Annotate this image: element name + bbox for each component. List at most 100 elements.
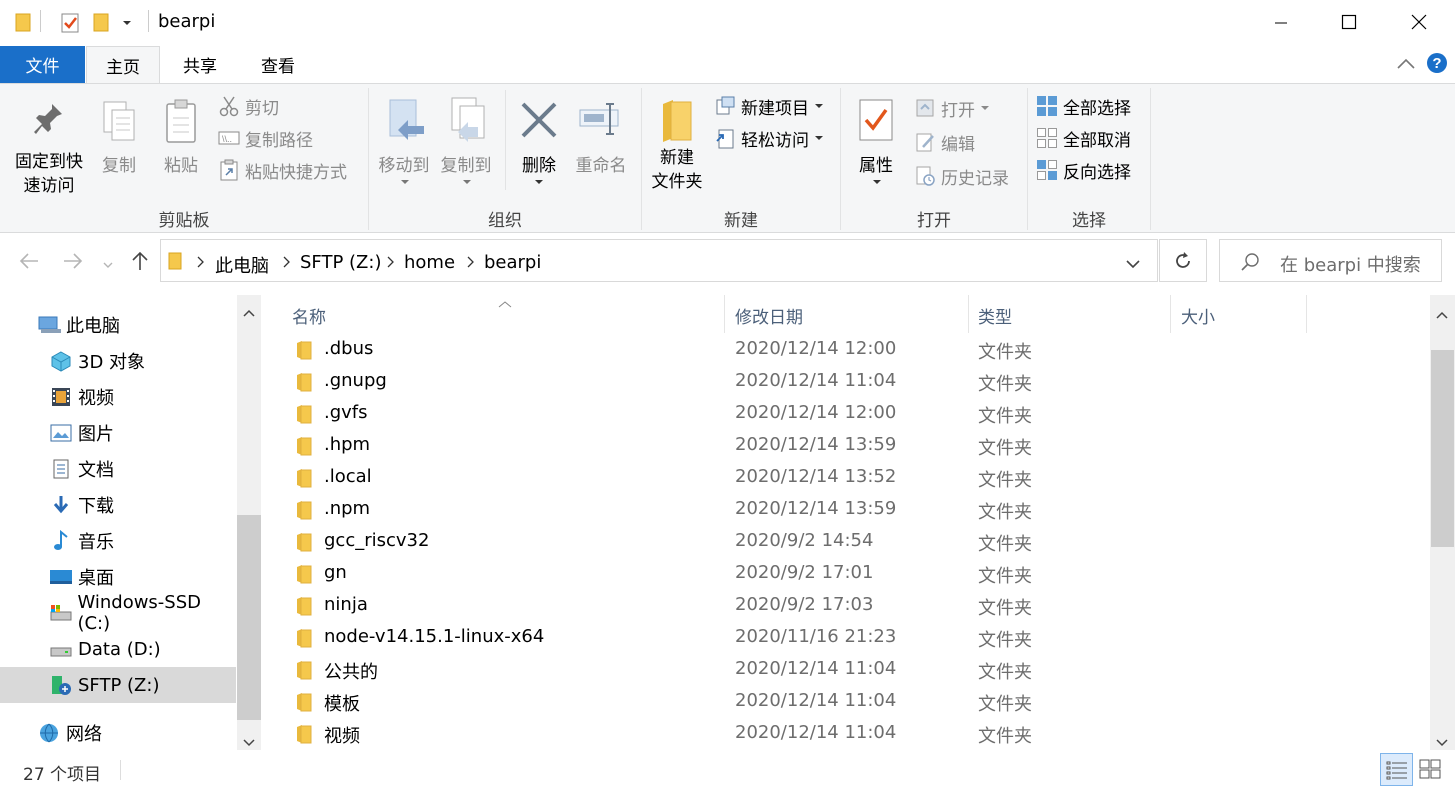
chevron-right-icon[interactable] (385, 254, 395, 273)
file-row[interactable]: 视频 2020/12/14 11:04 文件夹 (262, 718, 1422, 750)
nav-item-desktop[interactable]: 桌面 (0, 559, 236, 595)
column-header-modified[interactable]: 修改日期 (735, 303, 803, 328)
properties-icon[interactable] (60, 12, 80, 38)
file-row[interactable]: .npm 2020/12/14 13:59 文件夹 (262, 494, 1422, 526)
select-all-button[interactable]: 全部选择 (1036, 92, 1131, 120)
column-header-name[interactable]: 名称 (292, 303, 722, 328)
move-to-button[interactable]: 移动到 (374, 92, 434, 202)
scroll-up-button[interactable] (243, 303, 255, 322)
file-row[interactable]: ninja 2020/9/2 17:03 文件夹 (262, 590, 1422, 622)
large-icons-view-button[interactable] (1418, 758, 1442, 784)
file-list-scrollbar[interactable] (1430, 295, 1455, 750)
column-divider[interactable] (724, 295, 725, 333)
file-type: 文件夹 (978, 502, 1032, 523)
collapse-ribbon-button[interactable] (1396, 56, 1416, 75)
scroll-up-button[interactable] (1436, 305, 1448, 324)
back-button[interactable] (18, 251, 40, 275)
copy-button[interactable]: 复制 (94, 92, 144, 202)
help-button[interactable]: ? (1426, 52, 1448, 78)
invert-selection-button[interactable]: 反向选择 (1036, 156, 1131, 184)
chevron-right-icon[interactable] (465, 254, 475, 273)
details-view-button[interactable] (1380, 753, 1413, 786)
nav-item-video[interactable]: 视频 (0, 379, 236, 415)
nav-item-pictures[interactable]: 图片 (0, 415, 236, 451)
tab-view[interactable]: 查看 (240, 46, 316, 83)
minimize-button[interactable] (1246, 0, 1316, 44)
nav-scrollbar[interactable] (237, 295, 261, 750)
breadcrumb-this-pc[interactable]: 此电脑 (215, 252, 269, 278)
easy-access-label: 轻松访问 (741, 130, 809, 151)
nav-item-3d-objects[interactable]: 3D 对象 (0, 343, 236, 379)
file-row[interactable]: .gnupg 2020/12/14 11:04 文件夹 (262, 366, 1422, 398)
select-none-icon (1037, 128, 1057, 148)
file-row[interactable]: .local 2020/12/14 13:52 文件夹 (262, 462, 1422, 494)
nav-item-network[interactable]: 网络 (0, 715, 236, 751)
column-divider[interactable] (968, 295, 969, 333)
chevron-up-icon (1436, 311, 1448, 319)
file-row[interactable]: .hpm 2020/12/14 13:59 文件夹 (262, 430, 1422, 462)
select-none-button[interactable]: 全部取消 (1036, 124, 1131, 152)
edit-button[interactable]: 编辑 (914, 128, 975, 156)
maximize-button[interactable] (1314, 0, 1384, 44)
search-box[interactable]: 在 bearpi 中搜索 (1219, 239, 1442, 282)
chevron-right-icon[interactable] (195, 254, 205, 273)
new-folder-icon[interactable] (92, 12, 110, 36)
column-header-size[interactable]: 大小 (1181, 303, 1215, 328)
column-divider[interactable] (1306, 295, 1307, 333)
nav-item-data[interactable]: Data (D:) (0, 631, 236, 667)
tab-home[interactable]: 主页 (86, 46, 160, 84)
up-button[interactable] (130, 250, 150, 276)
column-divider[interactable] (1170, 295, 1171, 333)
file-row[interactable]: gn 2020/9/2 17:01 文件夹 (262, 558, 1422, 590)
nav-item-documents[interactable]: 文档 (0, 451, 236, 487)
scroll-thumb[interactable] (237, 515, 261, 720)
easy-access-button[interactable]: 轻松访问 (714, 124, 830, 152)
refresh-button[interactable] (1159, 239, 1207, 282)
cut-button[interactable]: 剪切 (218, 92, 279, 120)
nav-item-windows-ssd[interactable]: Windows-SSD (C:) (0, 592, 236, 634)
new-folder-icon (663, 100, 692, 142)
copy-path-button[interactable]: \\.. 复制路径 (218, 124, 313, 152)
address-bar[interactable]: 此电脑 SFTP (Z:) home bearpi (160, 239, 1158, 282)
file-row[interactable]: .gvfs 2020/12/14 12:00 文件夹 (262, 398, 1422, 430)
paste-shortcut-button[interactable]: 粘贴快捷方式 (218, 156, 347, 184)
rename-button[interactable]: 重命名 (570, 92, 632, 202)
paste-button[interactable]: 粘贴 (156, 92, 206, 202)
folder-icon (296, 340, 312, 364)
properties-button[interactable]: 属性 (848, 92, 904, 202)
nav-item-music[interactable]: 音乐 (0, 523, 236, 559)
folder-icon (167, 251, 183, 275)
file-row[interactable]: 模板 2020/12/14 11:04 文件夹 (262, 686, 1422, 718)
pin-quick-access-button[interactable]: 固定到快 速访问 (8, 92, 90, 202)
delete-button[interactable]: 删除 (512, 92, 566, 202)
file-row[interactable]: gcc_riscv32 2020/9/2 14:54 文件夹 (262, 526, 1422, 558)
forward-button[interactable] (62, 251, 84, 275)
file-date-modified: 2020/11/16 21:23 (735, 626, 897, 647)
nav-item-this-pc[interactable]: 此电脑 (0, 307, 236, 343)
history-button[interactable]: 历史记录 (914, 162, 1009, 190)
breadcrumb-sftp[interactable]: SFTP (Z:) (300, 252, 381, 273)
breadcrumb-bearpi[interactable]: bearpi (484, 252, 541, 273)
file-row[interactable]: node-v14.15.1-linux-x64 2020/11/16 21:23 文… (262, 622, 1422, 654)
column-header-type[interactable]: 类型 (978, 303, 1012, 328)
ribbon-tab-bar: 文件 主页 共享 查看 ? (0, 46, 1455, 84)
file-row[interactable]: 公共的 2020/12/14 11:04 文件夹 (262, 654, 1422, 686)
close-button[interactable] (1384, 0, 1454, 44)
new-folder-button[interactable]: 新建 文件夹 (646, 92, 708, 202)
chevron-up-icon (1397, 58, 1415, 69)
address-history-dropdown[interactable] (1125, 255, 1141, 274)
copy-to-button[interactable]: 复制到 (436, 92, 496, 202)
chevron-right-icon[interactable] (281, 254, 291, 273)
customize-toolbar-icon[interactable] (120, 14, 134, 33)
recent-locations-button[interactable] (102, 255, 114, 274)
nav-item-sftp[interactable]: SFTP (Z:) (0, 667, 236, 703)
tab-share[interactable]: 共享 (162, 46, 238, 83)
folder-icon (296, 372, 312, 396)
nav-item-downloads[interactable]: 下载 (0, 487, 236, 523)
open-button[interactable]: 打开 (914, 94, 996, 122)
tab-file[interactable]: 文件 (0, 46, 85, 83)
breadcrumb-home[interactable]: home (404, 252, 455, 273)
file-row[interactable]: .dbus 2020/12/14 12:00 文件夹 (262, 334, 1422, 366)
new-item-button[interactable]: 新建项目 (714, 92, 830, 120)
scroll-thumb[interactable] (1431, 350, 1454, 547)
